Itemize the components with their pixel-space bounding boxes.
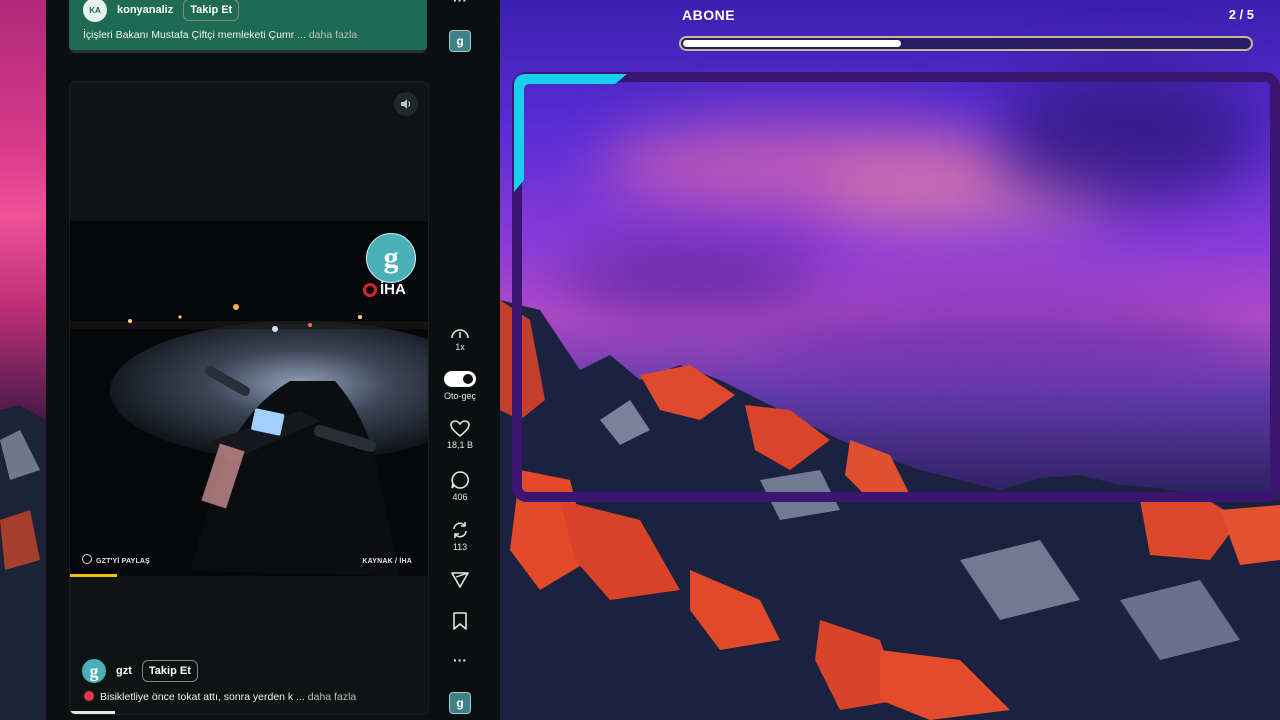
subscribe-progress-fill <box>683 40 902 47</box>
post-caption: Bisikletliye önce tokat attı, sonra yerd… <box>84 691 356 703</box>
author-avatar[interactable]: g <box>82 659 106 683</box>
follow-button[interactable]: Takip Et <box>183 0 240 21</box>
more-icon: ··· <box>453 652 467 668</box>
speaker-icon <box>401 99 411 109</box>
author-handle[interactable]: gzt <box>116 665 132 677</box>
previous-post-card: KA konyanaliz Takip Et İçişleri Bakanı M… <box>69 0 427 53</box>
comment-button[interactable]: 406 <box>440 470 480 502</box>
video-player[interactable]: g İHA GZT'Yİ PAYLAŞ KAYNAK / İHA <box>70 221 428 576</box>
goal-counter: 2 / 5 <box>1228 7 1254 22</box>
author-handle[interactable]: konyanaliz <box>117 4 173 16</box>
share-caption: GZT'Yİ PAYLAŞ <box>82 554 150 565</box>
subscribe-progress-bar <box>679 36 1253 51</box>
top-more-button[interactable]: ··· <box>440 0 480 8</box>
current-post-card: g İHA GZT'Yİ PAYLAŞ KAYNAK / İHA g gzt T… <box>69 81 429 715</box>
overlay-title: ABONE <box>682 7 736 23</box>
red-circle-icon <box>84 691 94 701</box>
repost-button[interactable]: 113 <box>440 520 480 552</box>
video-progress-bar[interactable] <box>70 574 117 577</box>
follow-button[interactable]: Takip Et <box>141 660 198 682</box>
like-button[interactable]: 18,1 B <box>440 420 480 450</box>
camera-frame <box>512 72 1280 502</box>
source-caption: KAYNAK / İHA <box>362 558 412 565</box>
share-button[interactable] <box>440 571 480 589</box>
bookmark-button[interactable] <box>440 612 480 630</box>
heart-icon <box>450 420 470 438</box>
more-icon: ··· <box>453 0 467 8</box>
brand-link-button[interactable]: g <box>440 692 480 714</box>
comment-icon <box>451 471 469 489</box>
speedometer-icon <box>451 329 469 339</box>
post-caption: İçişleri Bakanı Mustafa Çiftçi memleketi… <box>83 29 358 41</box>
send-icon <box>451 572 469 588</box>
feed-panel: KA konyanaliz Takip Et İçişleri Bakanı M… <box>46 0 500 720</box>
repost-icon <box>453 522 467 538</box>
bookmark-icon <box>453 612 467 630</box>
share-icon <box>82 554 92 564</box>
feed-progress-indicator <box>70 711 115 714</box>
author-avatar[interactable]: KA <box>83 0 107 22</box>
more-link[interactable]: daha fazla <box>308 691 356 703</box>
more-options-button[interactable]: ··· <box>440 652 480 668</box>
brand-logo-icon: g <box>449 30 471 52</box>
agency-logo: İHA <box>363 281 406 298</box>
sound-toggle-button[interactable] <box>394 92 418 116</box>
wallpaper-left-edge <box>0 0 46 720</box>
autoplay-toggle[interactable]: Oto-geç <box>440 371 480 401</box>
toggle-switch <box>444 371 476 387</box>
brand-logo-icon: g <box>449 692 471 714</box>
more-link[interactable]: daha fazla <box>309 29 357 41</box>
brand-link-button[interactable]: g <box>440 30 480 52</box>
playback-speed-button[interactable]: 1x <box>440 326 480 352</box>
action-rail: ··· g 1x Oto-geç 18,1 B 406 113 ··· g <box>440 0 480 720</box>
gzt-logo: g <box>366 233 416 283</box>
